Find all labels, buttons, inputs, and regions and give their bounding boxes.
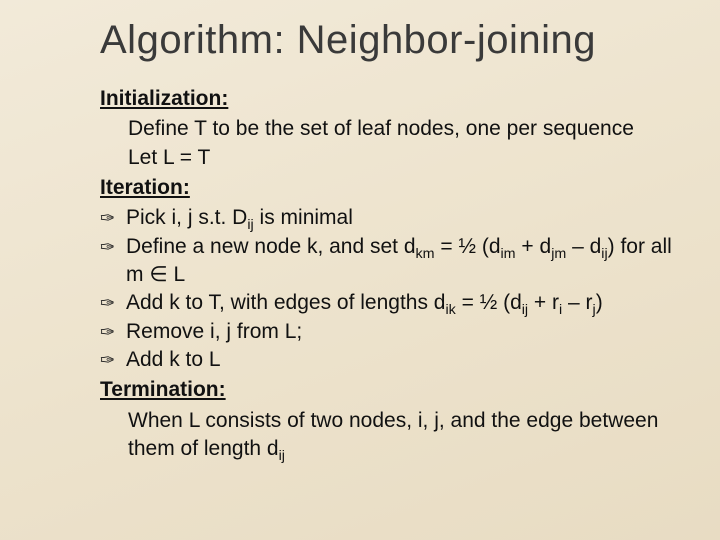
slide-body: Initialization: Define T to be the set o…: [100, 85, 684, 463]
text: + d: [516, 235, 552, 258]
sub: im: [501, 246, 516, 262]
text: Remove i, j from L;: [126, 320, 302, 343]
text: When L consists of two nodes, i, j, and …: [128, 409, 658, 460]
term-line-1: When L consists of two nodes, i, j, and …: [128, 407, 684, 464]
text: Add k to L: [126, 348, 221, 371]
text: – r: [562, 291, 592, 314]
bullet-icon: ✑: [100, 291, 115, 315]
sub: ik: [445, 303, 455, 319]
bullet-icon: ✑: [100, 320, 115, 344]
slide-title: Algorithm: Neighbor-joining: [100, 18, 684, 63]
text: = ½ (d: [435, 235, 501, 258]
text: is minimal: [254, 206, 353, 229]
iter-bullet-2: ✑ Define a new node k, and set dkm = ½ (…: [100, 233, 684, 290]
bullet-icon: ✑: [100, 348, 115, 372]
init-line-2: Let L = T: [128, 144, 684, 172]
text: + r: [528, 291, 559, 314]
sub: jm: [551, 246, 566, 262]
term-heading: Termination:: [100, 376, 684, 404]
iter-bullet-1: ✑ Pick i, j s.t. Dij is minimal: [100, 204, 684, 232]
iter-bullet-3: ✑ Add k to T, with edges of lengths dik …: [100, 289, 684, 317]
sub: ij: [279, 448, 285, 464]
text: Pick i, j s.t. D: [126, 206, 247, 229]
text: = ½ (d: [456, 291, 522, 314]
sub: km: [416, 246, 435, 262]
text: Define a new node k, and set d: [126, 235, 416, 258]
text: ): [596, 291, 603, 314]
bullet-icon: ✑: [100, 206, 115, 230]
bullet-icon: ✑: [100, 235, 115, 259]
init-heading: Initialization:: [100, 85, 684, 113]
slide: Algorithm: Neighbor-joining Initializati…: [0, 0, 720, 540]
iter-bullet-5: ✑ Add k to L: [100, 346, 684, 374]
text: Add k to T, with edges of lengths d: [126, 291, 445, 314]
init-line-1: Define T to be the set of leaf nodes, on…: [128, 115, 684, 143]
iter-heading: Iteration:: [100, 174, 684, 202]
text: – d: [566, 235, 601, 258]
iter-bullet-4: ✑ Remove i, j from L;: [100, 318, 684, 346]
